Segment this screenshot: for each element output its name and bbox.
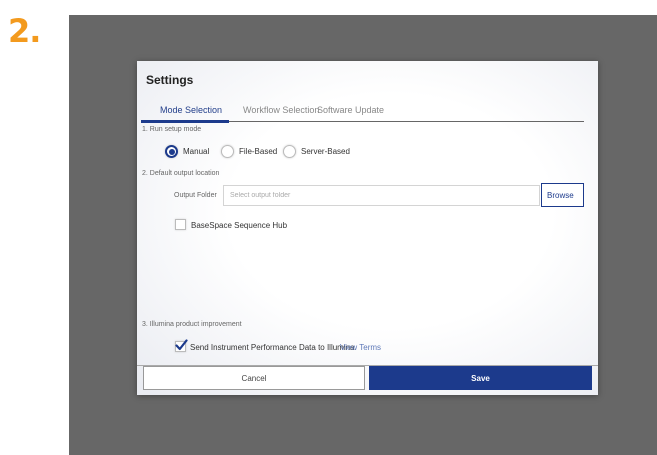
radio-server-based[interactable]: Server-Based xyxy=(283,145,350,158)
radio-label: Manual xyxy=(183,147,210,156)
basespace-checkbox[interactable] xyxy=(175,219,186,230)
send-data-label: Send Instrument Performance Data to Illu… xyxy=(190,343,355,352)
default-output-location-label: 2. Default output location xyxy=(142,170,220,177)
tab-software-update[interactable]: Software Update xyxy=(317,105,384,115)
run-setup-mode-label: 1. Run setup mode xyxy=(142,126,202,133)
active-tab-indicator xyxy=(141,120,229,123)
radio-unchecked-icon xyxy=(283,145,296,158)
tab-workflow-selection[interactable]: Workflow Selection xyxy=(243,105,319,115)
checkmark-icon xyxy=(175,339,188,351)
send-data-checkbox[interactable] xyxy=(175,339,188,352)
radio-label: Server-Based xyxy=(301,147,350,156)
save-button[interactable]: Save xyxy=(369,366,592,390)
basespace-label: BaseSpace Sequence Hub xyxy=(191,221,288,230)
output-folder-input[interactable] xyxy=(223,185,540,206)
output-folder-label: Output Folder xyxy=(174,192,217,199)
radio-manual[interactable]: Manual xyxy=(165,145,209,158)
tab-mode-selection[interactable]: Mode Selection xyxy=(160,105,222,115)
view-terms-link[interactable]: View Terms xyxy=(340,343,381,352)
radio-unchecked-icon xyxy=(221,145,234,158)
product-improvement-label: 3. Illumina product improvement xyxy=(142,321,242,328)
browse-button[interactable]: Browse xyxy=(541,183,584,207)
radio-label: File-Based xyxy=(239,147,278,156)
radio-file-based[interactable]: File-Based xyxy=(221,145,277,158)
cancel-button[interactable]: Cancel xyxy=(143,366,365,390)
step-number: 2. xyxy=(8,12,41,50)
settings-dialog: Settings Mode Selection Workflow Selecti… xyxy=(137,61,598,395)
radio-checked-icon xyxy=(165,145,178,158)
dialog-title: Settings xyxy=(146,73,194,87)
